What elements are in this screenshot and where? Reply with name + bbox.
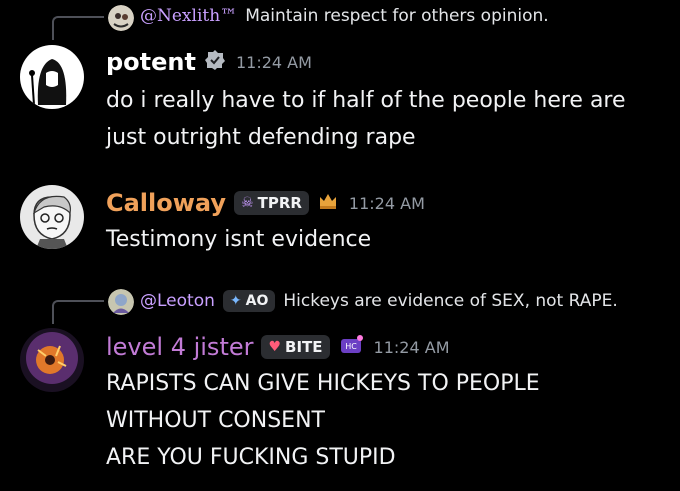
message-header: level 4 jister ♥ BITE HC 11:24 AM: [106, 333, 450, 361]
reply-author-name[interactable]: @Leoton: [140, 291, 215, 311]
bite-icon: ♥: [268, 339, 282, 355]
reply-guild-tag-label: AO: [245, 293, 269, 309]
guild-tag[interactable]: ☠ TPRR: [234, 191, 309, 215]
crown-badge-icon: [317, 190, 339, 216]
message-line: do i really have to if half of the peopl…: [106, 88, 626, 113]
timestamp[interactable]: 11:24 AM: [374, 338, 450, 357]
reply-text[interactable]: Hickeys are evidence of SEX, not RAPE.: [283, 291, 617, 311]
reply-guild-tag[interactable]: ✦ AO: [222, 290, 276, 312]
message-header: potent 11:24 AM: [106, 48, 312, 76]
skull-icon: ☠: [241, 195, 254, 211]
verified-badge-icon: [204, 49, 226, 75]
avatar[interactable]: [20, 185, 84, 249]
guild-tag[interactable]: ♥ BITE: [261, 335, 330, 359]
reply-connector: [52, 300, 104, 324]
username[interactable]: Calloway: [106, 189, 226, 217]
message-line: ARE YOU FUCKING STUPID: [106, 445, 396, 470]
timestamp[interactable]: 11:24 AM: [349, 194, 425, 213]
message-content: RAPISTS CAN GIVE HICKEYS TO PEOPLE WITHO…: [106, 365, 540, 476]
avatar[interactable]: [20, 328, 84, 392]
reply-preview[interactable]: @Leoton ✦ AO Hickeys are evidence of SEX…: [140, 290, 618, 312]
message-line: just outright defending rape: [106, 125, 416, 150]
message-line: RAPISTS CAN GIVE HICKEYS TO PEOPLE: [106, 371, 540, 396]
guild-tag-label: TPRR: [257, 194, 302, 212]
username[interactable]: potent: [106, 48, 196, 76]
reply-preview[interactable]: @Nexlith™ Maintain respect for others op…: [140, 6, 549, 26]
guild-tag-label: BITE: [285, 338, 323, 356]
message-line: WITHOUT CONSENT: [106, 408, 325, 433]
message-content: Testimony isnt evidence: [106, 221, 371, 258]
reply-author-name[interactable]: @Nexlith™: [140, 6, 237, 26]
reply-avatar[interactable]: [108, 289, 134, 315]
message-content: do i really have to if half of the peopl…: [106, 82, 626, 156]
reply-connector: [52, 16, 104, 40]
reply-text[interactable]: Maintain respect for others opinion.: [245, 6, 549, 26]
message-header: Calloway ☠ TPRR 11:24 AM: [106, 189, 425, 217]
reply-avatar[interactable]: [108, 5, 134, 31]
username[interactable]: level 4 jister: [106, 333, 253, 361]
role-badge-icon: HC: [338, 333, 364, 361]
svg-text:HC: HC: [345, 342, 357, 351]
message-line: Testimony isnt evidence: [106, 227, 372, 252]
sparkle-icon: ✦: [229, 293, 242, 309]
avatar[interactable]: [20, 45, 84, 109]
timestamp[interactable]: 11:24 AM: [236, 53, 312, 72]
